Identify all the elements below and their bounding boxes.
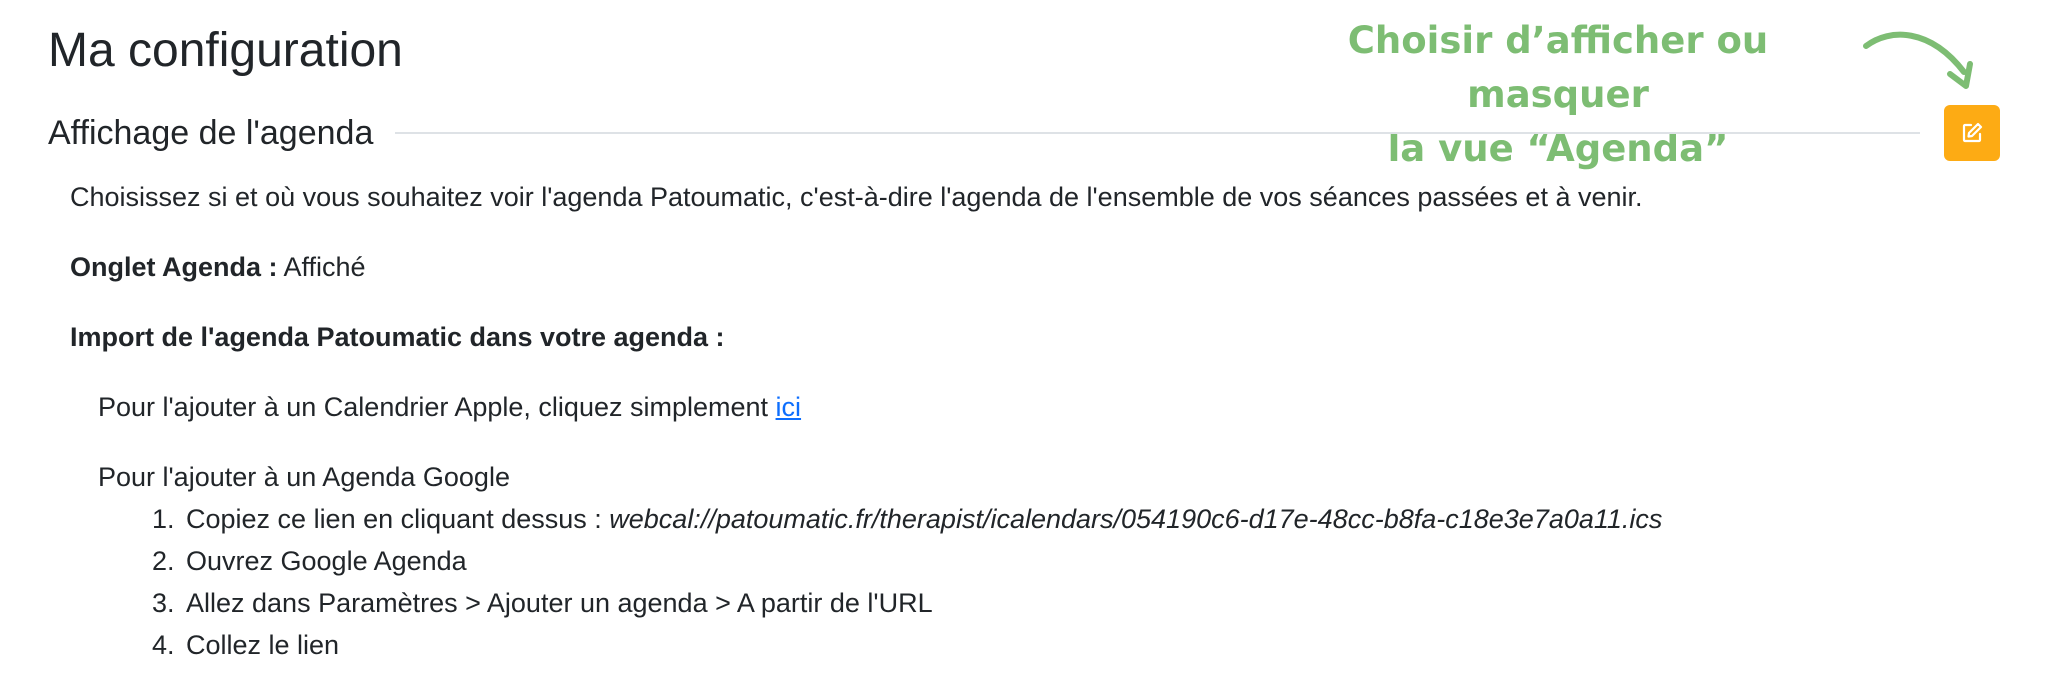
- edit-icon: [1962, 122, 1983, 143]
- import-heading: Import de l'agenda Patoumatic dans votre…: [70, 322, 725, 352]
- page-title: Ma configuration: [48, 24, 403, 77]
- section-content: Choisissez si et où vous souhaitez voir …: [70, 176, 1970, 666]
- agenda-tab-value: Affiché: [283, 252, 366, 282]
- step-text: Copiez ce lien en cliquant dessus :: [186, 504, 602, 534]
- section-divider: [395, 132, 1920, 134]
- list-item: Ouvrez Google Agenda: [182, 540, 1970, 582]
- section-title: Affichage de l'agenda: [48, 114, 374, 152]
- agenda-tab-label: Onglet Agenda :: [70, 252, 278, 282]
- list-item: Allez dans Paramètres > Ajouter un agend…: [182, 582, 1970, 624]
- apple-calendar-link[interactable]: ici: [776, 392, 802, 422]
- agenda-tab-setting: Onglet Agenda : Affiché: [70, 246, 1970, 288]
- edit-agenda-button[interactable]: [1944, 105, 2000, 161]
- intro-text: Choisissez si et où vous souhaitez voir …: [70, 182, 1643, 212]
- google-agenda-intro: Pour l'ajouter à un Agenda Google: [98, 462, 510, 492]
- apple-calendar-line: Pour l'ajouter à un Calendrier Apple, cl…: [98, 386, 1970, 428]
- list-item: Copiez ce lien en cliquant dessus : webc…: [182, 498, 1970, 540]
- webcal-url-link[interactable]: webcal://patoumatic.fr/therapist/icalend…: [609, 504, 1662, 534]
- google-agenda-steps: Copiez ce lien en cliquant dessus : webc…: [98, 498, 1970, 666]
- apple-calendar-text: Pour l'ajouter à un Calendrier Apple, cl…: [98, 392, 769, 422]
- annotation-arrow-icon: [1863, 31, 1973, 89]
- section-header: Affichage de l'agenda: [48, 105, 2000, 161]
- list-item: Collez le lien: [182, 624, 1970, 666]
- import-instructions: Pour l'ajouter à un Calendrier Apple, cl…: [70, 386, 1970, 666]
